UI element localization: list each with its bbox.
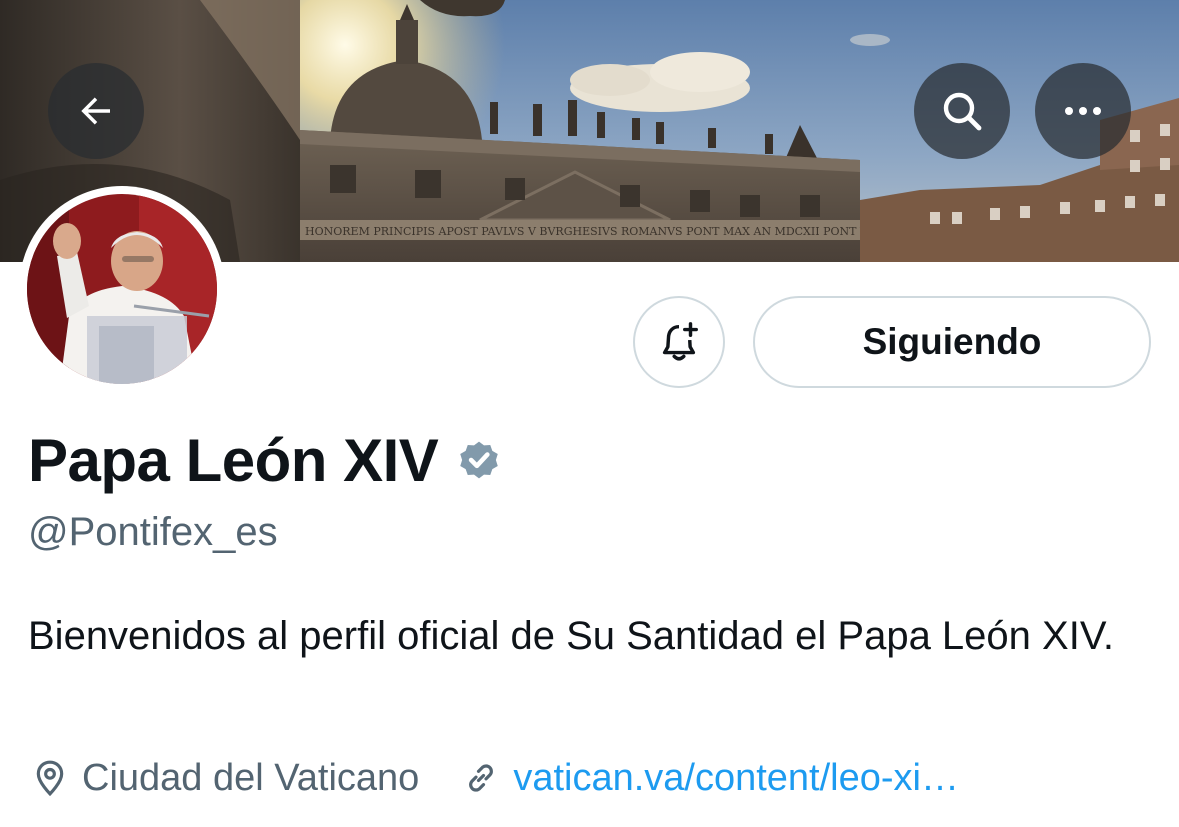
- arrow-left-icon: [81, 97, 110, 125]
- following-button[interactable]: Siguiendo: [753, 296, 1151, 388]
- profile-handle: @Pontifex_es: [28, 510, 278, 554]
- verified-badge[interactable]: [454, 435, 504, 485]
- banner-inscription: HONOREM PRINCIPIS APOST PAVLVS V BVRGHES…: [305, 225, 877, 238]
- profile-meta: Ciudad del Vaticano vatican.va/content/l…: [30, 750, 959, 806]
- more-options-button[interactable]: [1035, 63, 1131, 159]
- name-row: Papa León XIV: [28, 420, 504, 500]
- bell-plus-icon: [662, 322, 698, 361]
- verified-badge-icon: [460, 441, 499, 479]
- link-icon: [469, 764, 494, 792]
- location-item: Ciudad del Vaticano: [30, 757, 419, 800]
- display-name: Papa León XIV: [28, 426, 439, 494]
- location-pin-icon: [36, 760, 64, 797]
- notifications-button[interactable]: [633, 296, 725, 388]
- back-button[interactable]: [48, 63, 144, 159]
- more-horizontal-icon: [1065, 107, 1101, 115]
- search-button[interactable]: [914, 63, 1010, 159]
- search-icon: [943, 92, 982, 131]
- avatar-image: [27, 194, 217, 384]
- location-text: Ciudad del Vaticano: [82, 756, 420, 799]
- profile-bio: Bienvenidos al perfil oficial de Su Sant…: [28, 614, 1114, 658]
- avatar[interactable]: [19, 186, 225, 392]
- website-link[interactable]: vatican.va/content/leo-xi…: [513, 757, 959, 800]
- following-button-label: Siguiendo: [862, 321, 1042, 362]
- website-item[interactable]: vatican.va/content/leo-xi…: [461, 757, 959, 800]
